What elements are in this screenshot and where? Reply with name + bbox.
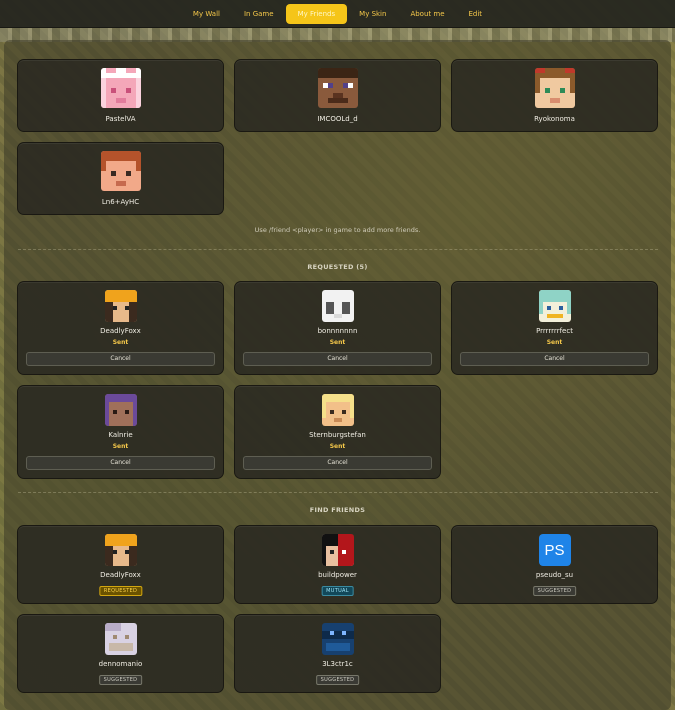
requested-card: Sternburgstefan Sent Cancel — [234, 385, 441, 479]
nav-my-skin[interactable]: My Skin — [347, 4, 398, 24]
suggested-badge: SUGGESTED — [532, 586, 577, 596]
request-status: Sent — [112, 339, 129, 346]
find-friend-card[interactable]: 3L3ctr1c SUGGESTED — [234, 614, 441, 693]
find-friend-name: DeadlyFoxx — [100, 571, 141, 579]
friend-card[interactable]: IMCOOLd_d — [234, 59, 441, 132]
avatar — [100, 68, 141, 108]
cancel-request-button[interactable]: Cancel — [460, 352, 649, 366]
add-friends-hint: Use /friend <player> in game to add more… — [254, 226, 421, 234]
avatar — [104, 534, 137, 566]
avatar — [100, 151, 141, 191]
requested-name: bonnnnnnn — [317, 327, 358, 335]
friend-name: Ryokonoma — [534, 115, 575, 123]
requested-card: DeadlyFoxx Sent Cancel — [17, 281, 224, 375]
suggested-badge: SUGGESTED — [98, 675, 143, 685]
find-friend-card[interactable]: PS pseudo_su SUGGESTED — [451, 525, 658, 604]
find-friend-name: 3L3ctr1c — [322, 660, 353, 668]
friend-name: Ln6+AyHC — [101, 198, 140, 206]
avatar — [321, 534, 354, 566]
request-status: Sent — [112, 443, 129, 450]
section-divider — [18, 492, 658, 493]
friend-card[interactable]: Ryokonoma — [451, 59, 658, 132]
requested-card: Kalnrie Sent Cancel — [17, 385, 224, 479]
top-nav: My Wall In Game My Friends My Skin About… — [0, 0, 675, 28]
avatar — [538, 290, 571, 322]
friend-card[interactable]: PastelVA — [17, 59, 224, 132]
find-friends-title: FIND FRIENDS — [309, 506, 366, 514]
request-status: Sent — [329, 443, 346, 450]
nav-my-friends[interactable]: My Friends — [285, 3, 348, 24]
find-friend-name: pseudo_su — [535, 571, 574, 579]
find-friend-card[interactable]: DeadlyFoxx REQUESTED — [17, 525, 224, 604]
avatar — [321, 290, 354, 322]
avatar — [534, 68, 575, 108]
section-divider — [18, 249, 658, 250]
cancel-request-button[interactable]: Cancel — [243, 456, 432, 470]
find-friend-name: dennomanio — [98, 660, 143, 668]
requested-name: Sternburgstefan — [309, 431, 366, 439]
cancel-request-button[interactable]: Cancel — [26, 456, 215, 470]
cancel-request-button[interactable]: Cancel — [26, 352, 215, 366]
request-status: Sent — [546, 339, 563, 346]
avatar — [321, 623, 354, 655]
request-status: Sent — [329, 339, 346, 346]
nav-my-wall[interactable]: My Wall — [181, 4, 232, 24]
friend-name: PastelVA — [105, 115, 136, 123]
avatar — [104, 623, 137, 655]
friends-panel — [4, 40, 671, 710]
find-friend-card[interactable]: dennomanio SUGGESTED — [17, 614, 224, 693]
requested-badge: REQUESTED — [98, 586, 143, 596]
find-friend-name: buildpower — [318, 571, 357, 579]
friend-card[interactable]: Ln6+AyHC — [17, 142, 224, 215]
avatar: PS — [538, 534, 571, 566]
nav-edit[interactable]: Edit — [457, 4, 495, 24]
avatar — [317, 68, 358, 108]
nav-about-me[interactable]: About me — [398, 4, 456, 24]
requested-name: DeadlyFoxx — [100, 327, 141, 335]
requested-name: Prrrrrrrfect — [536, 327, 573, 335]
nav-in-game[interactable]: In Game — [232, 4, 286, 24]
mutual-badge: MUTUAL — [321, 586, 354, 596]
avatar — [321, 394, 354, 426]
find-friend-card[interactable]: buildpower MUTUAL — [234, 525, 441, 604]
cancel-request-button[interactable]: Cancel — [243, 352, 432, 366]
avatar — [104, 394, 137, 426]
friend-name: IMCOOLd_d — [317, 115, 358, 123]
avatar — [104, 290, 137, 322]
requested-section-title: REQUESTED (5) — [307, 263, 368, 271]
requested-card: Prrrrrrrfect Sent Cancel — [451, 281, 658, 375]
suggested-badge: SUGGESTED — [315, 675, 360, 685]
requested-card: bonnnnnnn Sent Cancel — [234, 281, 441, 375]
requested-name: Kalnrie — [108, 431, 133, 439]
ps-logo-icon: PS — [538, 534, 571, 566]
